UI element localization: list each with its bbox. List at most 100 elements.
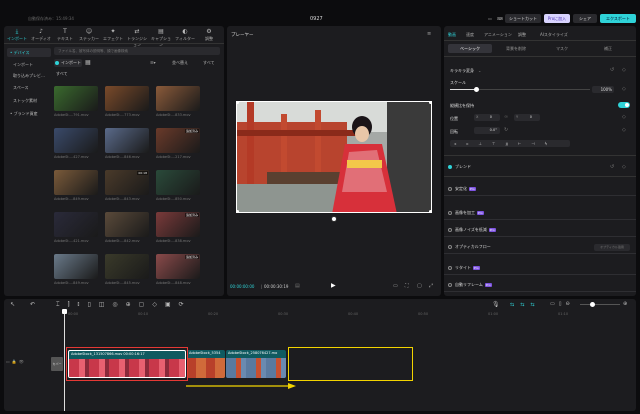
export-button[interactable]: エクスポート <box>600 14 636 23</box>
enhance-checkbox[interactable] <box>448 211 452 215</box>
inspector-subtab[interactable]: 背景を削除 <box>494 44 538 53</box>
layout-icon[interactable]: ▭ <box>486 14 494 23</box>
sidebar-item[interactable]: • デバイス <box>7 48 51 57</box>
keyframe-icon[interactable]: ◇ <box>622 127 626 133</box>
crop-icon[interactable]: ⛶ <box>405 283 409 289</box>
edit-tools[interactable]: ⌶⫿⫾▯◫◎⊕▢◇▣⟳ <box>56 301 192 309</box>
inspector-tab[interactable]: AIスタイライズ <box>540 32 568 38</box>
position-y-input[interactable]: Y0 <box>514 114 540 121</box>
media-clip[interactable]: AdobeSt....842.mov <box>105 212 149 243</box>
media-clip[interactable]: AdobeSt....845.mov <box>105 254 149 285</box>
tab-filter[interactable]: ◐ フィルター <box>174 29 196 42</box>
cover-button[interactable]: カバー <box>51 357 63 371</box>
pro-button[interactable]: Proに加入 <box>544 14 570 23</box>
sidebar-item[interactable]: スペース <box>7 83 51 92</box>
zoom-in-icon[interactable]: ⊕ <box>623 301 627 307</box>
rotate-handle-icon[interactable] <box>331 216 337 222</box>
playhead[interactable] <box>64 309 65 411</box>
sidebar-item[interactable]: ストック素材 <box>7 96 51 105</box>
inspector-tab[interactable]: 動画 <box>448 32 456 38</box>
slider-handle[interactable] <box>474 87 479 92</box>
scale-value-input[interactable]: 100% <box>592 86 614 93</box>
magic-transform-label[interactable]: キラキラ変身 <box>450 68 474 74</box>
project-title[interactable]: 0927 <box>310 16 323 22</box>
shortcut-button[interactable]: ショートカット <box>505 14 541 23</box>
resize-handle[interactable] <box>237 210 239 212</box>
playhead-handle[interactable] <box>62 309 67 314</box>
sort-button[interactable]: 並べ替え <box>172 60 188 66</box>
ratio-icon[interactable]: ▭ <box>393 283 398 289</box>
auto-checkbox[interactable] <box>448 283 452 287</box>
denoise-checkbox[interactable] <box>448 228 452 232</box>
tab-transition[interactable]: ⇄ トランジション <box>126 29 148 48</box>
video-preview[interactable] <box>236 101 432 213</box>
inspector-subtab[interactable]: ベーシック <box>448 44 492 53</box>
reset-icon[interactable]: ↺ <box>610 67 614 73</box>
view-options-icon[interactable]: ☰▾ <box>150 60 156 65</box>
position-x-input[interactable]: X0 <box>474 114 500 121</box>
media-clip[interactable]: 00:18 AdobeSt....843.mov <box>105 170 149 201</box>
timeline-clip-3[interactable]: AdobeStock_258076427.mo <box>226 350 286 378</box>
media-clip[interactable]: AdobeSt....833.mov <box>156 86 200 117</box>
zoom-icon[interactable]: ▢ <box>417 283 422 289</box>
fullscreen-icon[interactable]: ⤢ <box>429 283 433 289</box>
keyframe-icon[interactable]: ◇ <box>622 164 626 170</box>
select-tool-icon[interactable]: ↖ <box>10 301 15 308</box>
keyframe-icon[interactable]: ◇ <box>622 86 626 92</box>
resize-handle[interactable] <box>237 102 239 104</box>
uniform-scale-toggle[interactable] <box>618 102 630 108</box>
media-clip[interactable]: 追加済み AdobeSt....217.mov <box>156 128 200 159</box>
blend-checkbox[interactable] <box>448 165 452 169</box>
rotation-input[interactable]: 0.0° <box>474 127 500 134</box>
resize-handle[interactable] <box>429 210 431 212</box>
import-button[interactable]: インポート <box>54 59 82 67</box>
inspector-tab[interactable]: 速度 <box>466 32 474 38</box>
sidebar-item[interactable]: インポート <box>7 60 51 69</box>
media-clip[interactable]: AdobeSt....773.mov <box>105 86 149 117</box>
share-button[interactable]: シェア <box>573 14 597 23</box>
reset-icon[interactable]: ↺ <box>610 164 614 170</box>
inspector-subtab[interactable]: マスク <box>540 44 584 53</box>
align-toolbar[interactable]: ⫷⫸⊥⊤⫫⊢⊣⫩ <box>450 140 570 147</box>
tab-audio[interactable]: ♪ オーディオ <box>30 29 52 42</box>
tab-sticker[interactable]: ☺ ステッカー <box>78 29 100 42</box>
media-clip[interactable]: AdobeSt....846.mov <box>105 128 149 159</box>
snap-tools[interactable]: ⇆⇆⇆ <box>510 302 541 308</box>
resize-handle[interactable] <box>429 102 431 104</box>
keyboard-icon[interactable]: ⌨ <box>496 14 504 23</box>
menu-icon[interactable]: ≡ <box>427 31 431 37</box>
media-clip[interactable]: AdobeSt....427.mov <box>54 128 98 159</box>
tab-caption[interactable]: ▤ キャプション <box>150 29 172 48</box>
grid-view-icon[interactable]: ▦ <box>85 59 91 66</box>
timeline-clip-2[interactable]: AdobeStock_5354 <box>187 350 225 378</box>
optical-checkbox[interactable] <box>448 245 452 249</box>
sidebar-item[interactable]: • ブランド資産 <box>7 109 51 118</box>
tab-import[interactable]: ⤓ インポート <box>6 29 28 42</box>
keyframe-icon[interactable]: ◇ <box>622 114 626 120</box>
media-clip[interactable]: 追加済み AdobeSt....848.mov <box>156 254 200 285</box>
optical-apply-button[interactable]: オプティカル適用 <box>594 244 630 251</box>
timecode-icon[interactable]: ▤ <box>295 283 300 289</box>
stab-checkbox[interactable] <box>448 187 452 191</box>
sidebar-item[interactable]: 取り込みプレビ… <box>7 71 51 80</box>
tab-text[interactable]: T テキスト <box>54 29 76 42</box>
media-clip[interactable]: AdobeSt....849.mov <box>54 170 98 201</box>
filter-all-button[interactable]: すべて <box>203 60 215 66</box>
track-controls[interactable]: ▭🔒👁 <box>6 359 26 364</box>
scale-slider[interactable] <box>450 87 590 92</box>
undo-icon[interactable]: ↶ <box>30 301 35 308</box>
retime-checkbox[interactable] <box>448 266 452 270</box>
inspector-tab[interactable]: 調整 <box>518 32 526 38</box>
media-clip[interactable]: AdobeSt....850.mov <box>156 170 200 201</box>
media-clip[interactable]: AdobeSt....791.mov <box>54 86 98 117</box>
tab-effects[interactable]: ✦ エフェクト <box>102 29 124 42</box>
rotate-icon[interactable]: ↻ <box>504 127 508 133</box>
media-search-input[interactable]: ファイル名、被写体の説明等、顔で画像検索 <box>54 47 220 55</box>
link-icon[interactable]: ∞ <box>504 114 508 120</box>
media-clip[interactable]: 追加済み AdobeSt....838.mov <box>156 212 200 243</box>
inspector-subtab[interactable]: 補正 <box>586 44 630 53</box>
inspector-tab[interactable]: アニメーション <box>484 32 512 38</box>
media-clip[interactable]: AdobeSt....421.mov <box>54 212 98 243</box>
tab-adjust[interactable]: ⚙ 調整 <box>198 29 220 42</box>
mic-icon[interactable]: 🎙 <box>492 301 500 308</box>
